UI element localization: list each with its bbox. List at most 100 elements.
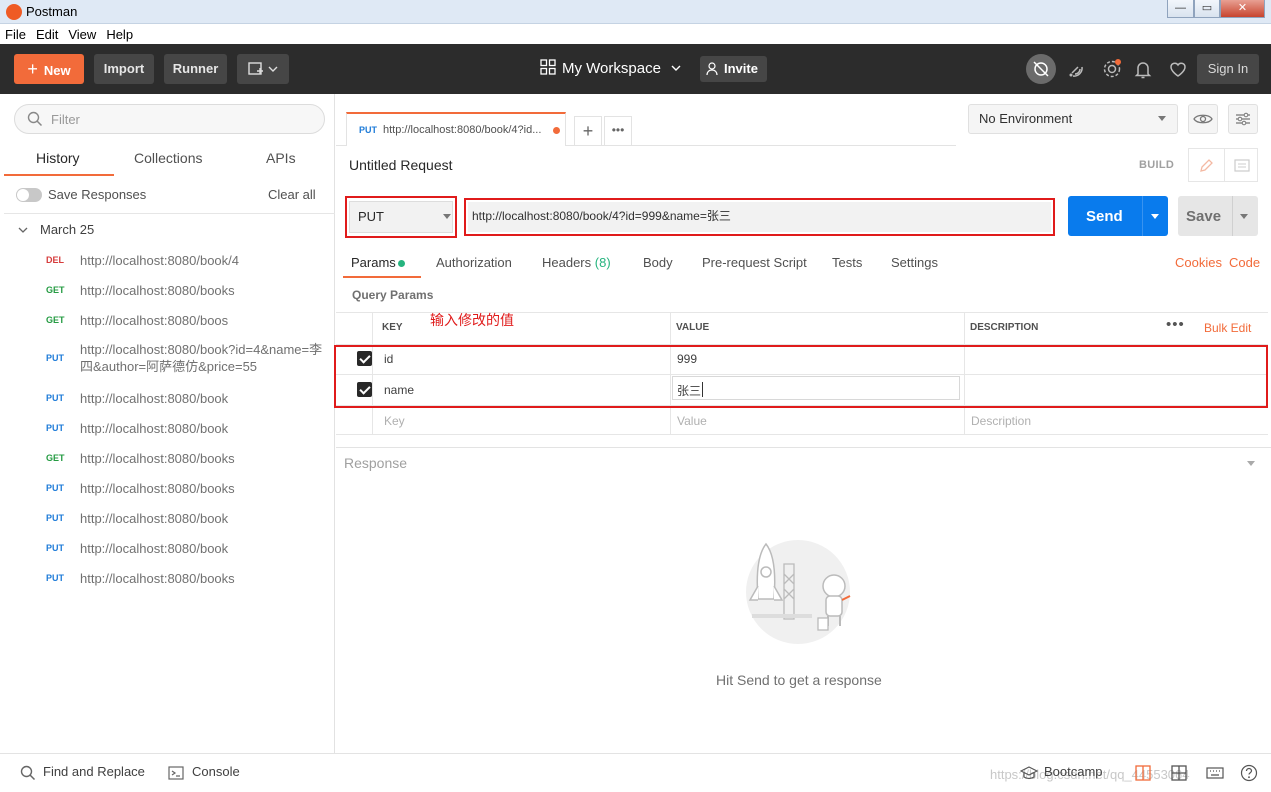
history-url: http://localhost:8080/books — [80, 481, 235, 496]
minimize-button[interactable]: — — [1167, 0, 1194, 18]
keyboard-icon[interactable] — [1206, 764, 1224, 782]
pencil-icon[interactable] — [1197, 157, 1215, 175]
more-options-icon[interactable]: ••• — [1166, 316, 1185, 333]
method-badge: GET — [46, 285, 65, 295]
new-button[interactable]: + New — [14, 54, 84, 84]
method-badge: GET — [46, 315, 65, 325]
layout-icon[interactable] — [1170, 764, 1188, 782]
caret-down-icon[interactable] — [1247, 461, 1255, 466]
method-badge: DEL — [46, 255, 64, 265]
sidebar: Filter History Collections APIs Save Res… — [4, 94, 335, 753]
chevron-down-icon[interactable] — [18, 226, 28, 234]
tab-tests[interactable]: Tests — [832, 255, 862, 270]
invite-button[interactable]: Invite — [700, 56, 767, 82]
key-placeholder[interactable]: Key — [384, 414, 405, 428]
tab-params[interactable]: Params — [351, 255, 396, 270]
two-pane-icon[interactable] — [1134, 764, 1152, 782]
tab-url: http://localhost:8080/book/4?id... — [383, 124, 542, 136]
tab-settings[interactable]: Settings — [891, 255, 938, 270]
column-header-key: KEY — [382, 322, 403, 333]
url-value: http://localhost:8080/book/4?id=999&name… — [472, 209, 731, 223]
bulk-edit-link[interactable]: Bulk Edit — [1204, 321, 1251, 335]
method-badge: PUT — [46, 573, 64, 583]
workspace-switcher[interactable]: My Workspace — [540, 59, 681, 77]
request-tab[interactable]: PUT http://localhost:8080/book/4?id... — [346, 112, 566, 146]
caret-down-icon[interactable] — [1151, 214, 1159, 219]
history-url: http://localhost:8080/book/4 — [80, 253, 240, 268]
heart-icon[interactable] — [1166, 57, 1190, 81]
url-input[interactable]: http://localhost:8080/book/4?id=999&name… — [464, 198, 1055, 236]
save-button[interactable]: Save — [1178, 196, 1258, 236]
table-border — [336, 434, 1268, 435]
comment-icon[interactable] — [1233, 157, 1251, 175]
params-indicator-dot — [398, 260, 405, 267]
bell-icon[interactable] — [1131, 57, 1155, 81]
sync-button[interactable] — [1026, 54, 1056, 84]
tab-headers[interactable]: Headers (8) — [542, 255, 611, 270]
help-icon[interactable] — [1240, 764, 1258, 782]
description-placeholder[interactable]: Description — [971, 414, 1031, 428]
tab-history[interactable]: History — [36, 150, 80, 166]
annotation-text: 输入修改的值 — [430, 313, 514, 329]
method-select[interactable]: PUT — [345, 196, 457, 238]
new-window-button[interactable] — [237, 54, 289, 84]
settings-icon[interactable] — [1100, 57, 1124, 81]
console-icon — [168, 766, 184, 780]
menu-edit[interactable]: Edit — [31, 24, 63, 42]
response-divider — [336, 447, 1271, 448]
close-window-button[interactable]: ✕ — [1220, 0, 1265, 18]
sliders-icon — [1236, 112, 1250, 126]
menu-view[interactable]: View — [63, 24, 101, 42]
caret-down-icon[interactable] — [1240, 214, 1248, 219]
add-user-icon — [706, 62, 718, 76]
divider — [4, 213, 335, 214]
menu-help[interactable]: Help — [101, 24, 138, 42]
maximize-button[interactable]: ▭ — [1194, 0, 1220, 18]
graduation-cap-icon — [1020, 766, 1038, 780]
build-mode-label: BUILD — [1139, 159, 1175, 171]
environment-select[interactable]: No Environment — [968, 104, 1178, 134]
tab-headers-label: Headers — [542, 255, 592, 270]
query-params-title: Query Params — [352, 288, 434, 302]
tab-collections[interactable]: Collections — [134, 150, 202, 166]
history-url: http://localhost:8080/books — [80, 571, 235, 586]
history-url: http://localhost:8080/books — [80, 283, 235, 298]
chevron-down-icon — [671, 65, 681, 71]
more-tabs-button[interactable]: ••• — [604, 116, 632, 146]
send-button[interactable]: Send — [1068, 196, 1168, 236]
tab-authorization[interactable]: Authorization — [436, 255, 512, 270]
import-button[interactable]: Import — [94, 54, 154, 84]
add-tab-button[interactable]: + — [574, 116, 602, 146]
unsaved-dot — [553, 127, 560, 134]
sign-in-button[interactable]: Sign In — [1197, 54, 1259, 84]
runner-button[interactable]: Runner — [164, 54, 227, 84]
save-responses-toggle[interactable] — [16, 188, 42, 202]
save-label: Save — [1186, 208, 1222, 225]
clear-all-button[interactable]: Clear all — [268, 187, 316, 202]
sync-off-icon — [1033, 61, 1049, 77]
satellite-icon[interactable] — [1066, 57, 1090, 81]
menu-file[interactable]: File — [0, 24, 31, 42]
manage-environments-button[interactable] — [1228, 104, 1258, 134]
code-link[interactable]: Code — [1229, 255, 1260, 270]
environment-quick-look-button[interactable] — [1188, 104, 1218, 134]
tab-pre-request-script[interactable]: Pre-request Script — [702, 255, 807, 270]
tab-body[interactable]: Body — [643, 255, 673, 270]
console-button[interactable]: Console — [192, 764, 240, 779]
bootcamp-button[interactable]: Bootcamp — [1044, 764, 1103, 779]
value-placeholder[interactable]: Value — [677, 414, 707, 428]
method-value: PUT — [358, 209, 384, 224]
plus-icon: + — [582, 121, 594, 141]
history-url: http://localhost:8080/book?id=4&name=李四&… — [80, 342, 323, 374]
history-url: http://localhost:8080/books — [80, 451, 235, 466]
divider — [1232, 196, 1233, 236]
rocket-astronaut-illustration-icon — [746, 540, 851, 644]
tab-apis[interactable]: APIs — [266, 150, 296, 166]
cookies-link[interactable]: Cookies — [1175, 255, 1222, 270]
method-badge: PUT — [46, 423, 64, 433]
filter-input[interactable]: Filter — [14, 104, 325, 134]
find-replace-button[interactable]: Find and Replace — [43, 764, 145, 779]
headers-count: (8) — [594, 255, 611, 270]
method-badge: PUT — [46, 483, 64, 493]
workspace-label: My Workspace — [562, 60, 661, 77]
